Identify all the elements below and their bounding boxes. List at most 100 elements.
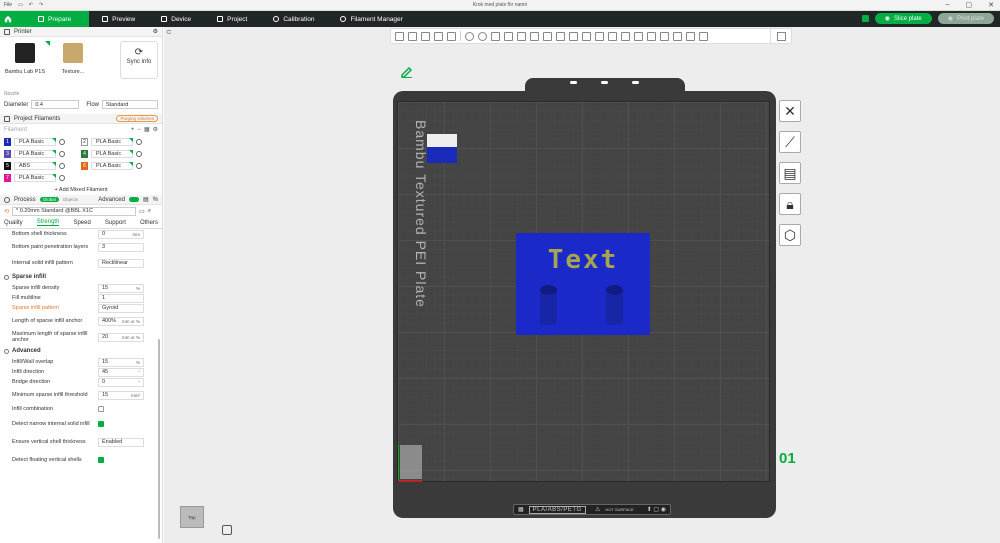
tab-quality[interactable]: Quality [4, 220, 23, 226]
filament-color-swatch[interactable]: 2 [81, 137, 88, 146]
grid-icon[interactable]: ▦ [144, 126, 150, 133]
seam-paint-icon[interactable] [556, 31, 565, 41]
view-cube[interactable]: Top [180, 506, 204, 528]
filament-select[interactable]: PLA Basic [14, 173, 56, 182]
print-plate-button[interactable]: ◉ Print plate [937, 13, 994, 24]
settings-gear-icon[interactable]: ⚙ [153, 28, 158, 35]
setting-value[interactable]: 3 [98, 242, 144, 252]
tab-support[interactable]: Support [105, 220, 126, 226]
slice-plate-button[interactable]: ◉ Slice plate [874, 13, 932, 24]
filament-select[interactable]: PLA Basic [91, 137, 133, 146]
process-preset-select[interactable]: * 0.20mm Standard @BBL X1C [12, 206, 137, 216]
remove-filament-icon[interactable] [59, 162, 65, 169]
setting-value[interactable]: 20 mm or % [98, 332, 144, 342]
filament-color-swatch[interactable]: 5 [4, 161, 11, 170]
tab-others[interactable]: Others [140, 220, 158, 226]
filament-color-swatch[interactable]: 6 [81, 161, 88, 170]
setting-value[interactable]: 15% [98, 283, 144, 293]
tab-speed[interactable]: Speed [73, 220, 90, 226]
tab-calibration[interactable]: Calibration [260, 11, 327, 27]
search-icon[interactable]: ⌕ [148, 208, 151, 215]
tab-preview[interactable]: Preview [89, 11, 148, 27]
global-toggle[interactable]: Global [39, 197, 59, 202]
lay-on-face-icon[interactable] [504, 31, 513, 41]
zoom-fit-button[interactable] [222, 525, 232, 535]
close-icon[interactable]: ✕ [988, 1, 994, 9]
flow-select[interactable]: Standard [102, 100, 159, 109]
setting-checkbox[interactable] [98, 421, 104, 427]
filament-select[interactable]: PLA Basic [91, 149, 133, 158]
maximize-icon[interactable]: ▢ [966, 1, 973, 9]
scale-icon[interactable] [491, 31, 500, 41]
remove-filament-icon[interactable] [136, 162, 142, 169]
edit-plate-name-icon[interactable] [400, 64, 414, 78]
move-icon[interactable] [465, 31, 474, 41]
objects-toggle[interactable]: Objects [63, 197, 78, 202]
filament-item[interactable]: 2 PLA Basic [81, 137, 158, 146]
minimize-icon[interactable]: – [946, 1, 950, 9]
support-paint-icon[interactable] [543, 31, 552, 41]
filament-item[interactable]: 3 PLA Basic [4, 149, 81, 158]
remove-filament-icon[interactable] [59, 174, 65, 181]
filament-item[interactable]: 1 PLA Basic [4, 137, 81, 146]
add-mixed-filament-button[interactable]: + Add Mixed Filament [0, 184, 162, 195]
filament-color-swatch[interactable]: 3 [4, 149, 11, 158]
setting-checkbox[interactable] [98, 406, 104, 412]
setting-select[interactable]: Enabled [98, 437, 144, 447]
save-preset-icon[interactable]: ▭ [139, 208, 145, 215]
collapse-sidebar-icon[interactable]: ⊂ [166, 28, 174, 36]
filament-color-swatch[interactable]: 7 [4, 173, 11, 182]
filament-select[interactable]: ABS [14, 161, 56, 170]
arrange-icon[interactable] [434, 31, 443, 41]
brim-ears-icon[interactable] [608, 31, 617, 41]
filament-select[interactable]: PLA Basic [91, 161, 133, 170]
filament-select[interactable]: PLA Basic [14, 137, 56, 146]
purging-volumes-button[interactable]: Purging volumes [116, 115, 158, 122]
sync-info-button[interactable]: ⟳ Sync info [120, 41, 158, 79]
remove-filament-icon[interactable] [59, 138, 65, 145]
setting-checkbox[interactable] [98, 457, 104, 463]
variable-height-button[interactable] [770, 28, 792, 44]
fit-icon[interactable] [621, 31, 630, 41]
setting-value[interactable]: 15% [98, 357, 144, 367]
tab-prepare[interactable]: Prepare [16, 11, 90, 27]
setting-value[interactable]: Gyroid [98, 303, 144, 313]
build-plate[interactable]: Bambu Textured PEI Plate Text ▦ PLA/ABS/… [393, 78, 776, 518]
text-icon[interactable] [569, 31, 578, 41]
filament-item[interactable]: 5 ABS [4, 161, 81, 170]
add-filament-icon[interactable]: + [131, 127, 135, 133]
home-button[interactable] [0, 11, 16, 27]
split-icon[interactable] [447, 31, 456, 41]
plate-card[interactable]: Texture... [52, 41, 94, 85]
add-plate-icon[interactable] [408, 31, 417, 41]
filament-item[interactable]: 6 PLA Basic [81, 161, 158, 170]
advanced-toggle[interactable] [128, 197, 139, 202]
filament-color-swatch[interactable]: 1 [4, 137, 11, 146]
text-object[interactable]: Text [516, 233, 650, 335]
cut-icon[interactable] [517, 31, 526, 41]
plate-settings-button[interactable]: ⬡ [779, 224, 801, 246]
setting-value[interactable]: 0 mm [98, 229, 144, 239]
setting-value[interactable]: 45 ° [98, 367, 144, 377]
remove-plate-button[interactable]: ✕ [779, 100, 801, 122]
setting-value[interactable]: 400% mm or % [98, 316, 144, 326]
rotate-icon[interactable] [478, 31, 487, 41]
setting-value[interactable]: 15 mm² [98, 390, 144, 400]
cube-icon[interactable] [647, 31, 656, 41]
mesh-boolean-icon[interactable] [530, 31, 539, 41]
small-object[interactable] [427, 134, 457, 164]
tab-filament-manager[interactable]: Filament Manager [327, 11, 415, 27]
cut-tool-icon[interactable] [660, 31, 669, 41]
remove-filament-icon[interactable]: − [137, 127, 141, 133]
list-icon[interactable] [686, 31, 695, 41]
tab-device[interactable]: Device [148, 11, 204, 27]
auto-orient-icon[interactable] [421, 31, 430, 41]
diameter-select[interactable]: 0.4 [31, 100, 80, 109]
orient-plate-button[interactable]: ⟋ [779, 131, 801, 153]
3d-viewport[interactable]: ⊂ Bambu Textured PEI Plate Text ▦ PLA/AB… [164, 27, 1000, 543]
layout-icon[interactable] [861, 15, 869, 22]
brush-icon[interactable] [673, 31, 682, 41]
pen-icon[interactable] [699, 31, 708, 41]
filament-item[interactable]: 7 PLA Basic [4, 173, 81, 182]
filament-item[interactable]: 4 PLA Basic [81, 149, 158, 158]
